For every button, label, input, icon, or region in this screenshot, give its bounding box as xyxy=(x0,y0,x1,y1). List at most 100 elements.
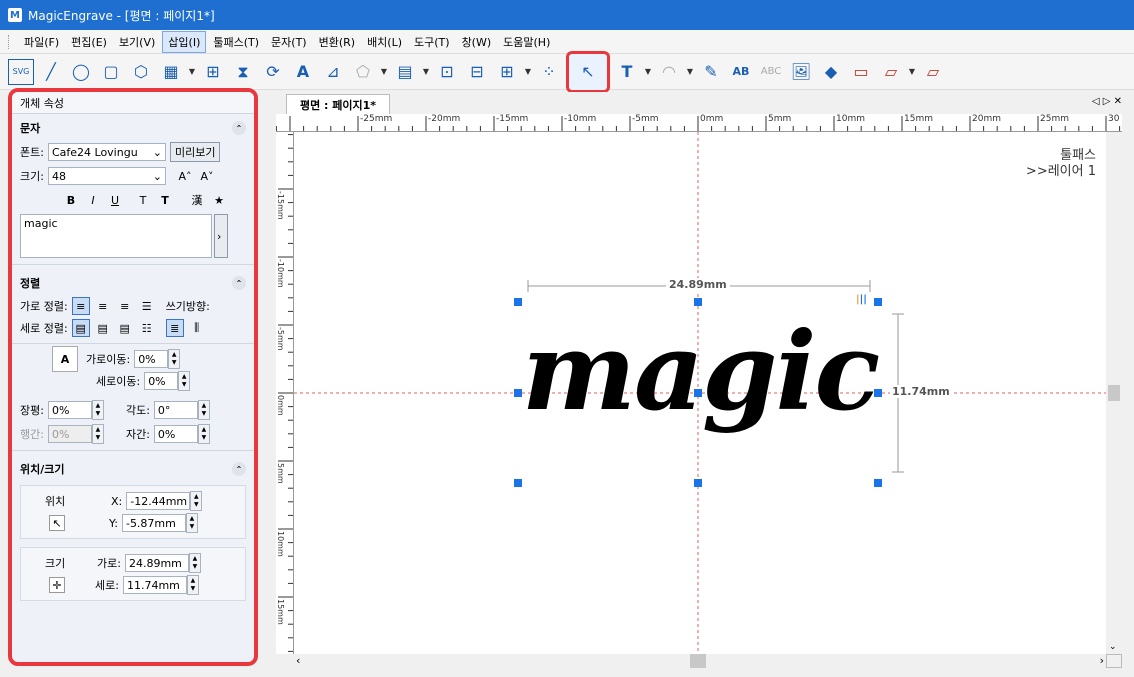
design-canvas[interactable]: 툴패스 >>레이어 1 24.89mm 11.74mm magic ||| xyxy=(294,132,1106,654)
frame2-icon[interactable]: ▱ xyxy=(920,59,946,85)
eraser-icon[interactable]: ◆ xyxy=(818,59,844,85)
align-stretch-icon[interactable]: ☷ xyxy=(138,319,156,337)
x-input[interactable]: -12.44mm xyxy=(126,492,191,510)
polygon-tool-icon[interactable]: ⬡ xyxy=(128,59,154,85)
tab-page1[interactable]: 평면 : 페이지1* xyxy=(286,94,390,114)
insert-image-icon[interactable]: 🖼 xyxy=(788,59,814,85)
edit-path-icon[interactable]: ✎ xyxy=(698,59,724,85)
resize-handle-ml[interactable] xyxy=(514,389,522,397)
align-justify-icon[interactable]: ☰ xyxy=(138,297,156,315)
v-move-input[interactable]: 0% xyxy=(144,372,179,390)
text-section-header[interactable]: 문자 ⌃ xyxy=(12,114,254,140)
scroll-right-icon[interactable]: › xyxy=(1100,654,1104,667)
rectangle-tool-icon[interactable]: ▢ xyxy=(98,59,124,85)
resize-handle-bl[interactable] xyxy=(514,479,522,487)
resize-handle-br[interactable] xyxy=(874,479,882,487)
align-section-header[interactable]: 정렬 ⌃ xyxy=(12,269,254,295)
align-bottom-icon[interactable]: ▤ xyxy=(116,319,134,337)
menu-help[interactable]: 도움말(H) xyxy=(498,32,555,52)
collapse-icon[interactable]: ⌃ xyxy=(232,121,246,135)
text-to-path-icon[interactable]: AB xyxy=(728,59,754,85)
outline-text-icon[interactable]: ABC xyxy=(758,59,784,85)
menu-file[interactable]: 파일(F) xyxy=(19,32,64,52)
scroll-down-icon[interactable]: ⌄ xyxy=(1109,642,1117,652)
bold-button[interactable]: B xyxy=(62,191,80,209)
font-select[interactable]: Cafe24 Lovingu ⌄ xyxy=(47,143,166,161)
menu-text[interactable]: 문자(T) xyxy=(266,32,312,52)
vertical-ruler[interactable]: -15mm-10mm-5mm0mm5mm10mm15mm20mm xyxy=(276,132,294,654)
size-anchor-icon[interactable]: ✛ xyxy=(49,577,65,593)
text-dropdown-icon[interactable]: ▼ xyxy=(644,59,652,85)
table-tool-icon[interactable]: ⊞ xyxy=(200,59,226,85)
menu-tools[interactable]: 도구(T) xyxy=(409,32,455,52)
menu-window[interactable]: 창(W) xyxy=(457,32,497,52)
vertical-writing-icon[interactable]: ⫼ xyxy=(188,319,206,337)
menu-arrange[interactable]: 배치(L) xyxy=(362,32,407,52)
scroll-left-icon[interactable]: ‹ xyxy=(296,654,300,667)
horizontal-ruler[interactable]: -25mm -20mm -15mm -10mm -5mm 0mm 5mm 10mm 15mm 20… xyxy=(276,114,1122,132)
h-input[interactable]: 11.74mm xyxy=(122,576,187,594)
hscroll-thumb[interactable] xyxy=(690,654,706,668)
resize-handle-tr[interactable] xyxy=(874,298,882,306)
y-spinner[interactable]: ▲ ▼ xyxy=(185,513,198,533)
resize-handle-center[interactable] xyxy=(694,389,702,397)
qr-dropdown-icon[interactable]: ▼ xyxy=(188,59,196,85)
resize-handle-tc[interactable] xyxy=(694,298,702,306)
vertical-scrollbar[interactable]: ⌄ xyxy=(1106,132,1122,654)
resize-handle-tl[interactable] xyxy=(514,298,522,306)
frame-icon[interactable]: ▱ xyxy=(878,59,904,85)
position-anchor-icon[interactable]: ↖ xyxy=(49,515,65,531)
italic-button[interactable]: I xyxy=(84,191,102,209)
insert-svg-icon[interactable]: SVG xyxy=(8,58,34,85)
text-content-input[interactable]: magic xyxy=(20,214,212,258)
grid-dropdown-icon[interactable]: ▼ xyxy=(422,59,430,85)
strikethrough-button[interactable]: T xyxy=(134,191,152,209)
size-select[interactable]: 48 ⌄ xyxy=(47,167,166,185)
h-spinner[interactable]: ▲ ▼ xyxy=(186,575,199,595)
menu-toolpath[interactable]: 툴패스(T) xyxy=(208,32,264,52)
menu-view[interactable]: 보기(V) xyxy=(114,32,160,52)
w-spinner[interactable]: ▲ ▼ xyxy=(188,553,201,573)
resize-handle-mr[interactable] xyxy=(874,389,882,397)
align-top-icon[interactable]: ▤ xyxy=(71,319,90,337)
hanja-button[interactable]: 漢 xyxy=(188,191,206,209)
align-right-icon[interactable]: ≡ xyxy=(116,297,134,315)
shape-tool-icon[interactable]: ⬠ xyxy=(350,59,376,85)
h-move-spinner[interactable]: ▲ ▼ xyxy=(168,349,181,369)
line-tool-icon[interactable]: ╱ xyxy=(38,59,64,85)
align-middle-v-icon[interactable]: ▤ xyxy=(94,319,112,337)
font-decrease-icon[interactable]: A˅ xyxy=(198,167,216,185)
vscroll-thumb[interactable] xyxy=(1108,385,1120,401)
underline-button[interactable]: U xyxy=(106,191,124,209)
grid-tool-icon[interactable]: ▤ xyxy=(392,59,418,85)
v-move-spinner[interactable]: ▲ ▼ xyxy=(178,371,191,391)
text-tool-icon[interactable]: A xyxy=(290,59,316,85)
font-increase-icon[interactable]: A˄ xyxy=(176,167,194,185)
menu-insert[interactable]: 삽입(I) xyxy=(162,30,207,53)
group-icon[interactable]: ⁘ xyxy=(536,59,562,85)
arc-dropdown-icon[interactable]: ▼ xyxy=(686,59,694,85)
preview-button[interactable]: 미리보기 xyxy=(169,142,221,162)
char-spacing-input[interactable]: 0% xyxy=(153,425,198,443)
bold-t-button[interactable]: T xyxy=(156,191,174,209)
collapse-icon[interactable]: ⌃ xyxy=(232,462,246,476)
angle-input[interactable]: 0° xyxy=(153,401,198,419)
distribute-icon[interactable]: ⊞ xyxy=(494,59,520,85)
text-object-magic[interactable]: magic xyxy=(520,282,881,462)
w-input[interactable]: 24.89mm xyxy=(124,554,189,572)
angle-spinner[interactable]: ▲ ▼ xyxy=(197,400,210,420)
horizontal-writing-icon[interactable]: ≣ xyxy=(165,319,184,337)
resize-handle-bc[interactable] xyxy=(694,479,702,487)
align-left-icon[interactable]: ≡ xyxy=(71,297,90,315)
qr-code-icon[interactable]: ▦ xyxy=(158,59,184,85)
frame-dropdown-icon[interactable]: ▼ xyxy=(908,59,916,85)
distribute-dropdown-icon[interactable]: ▼ xyxy=(524,59,532,85)
char-spacing-spinner[interactable]: ▲ ▼ xyxy=(197,424,210,444)
rotate-tool-icon[interactable]: ⟳ xyxy=(260,59,286,85)
h-move-input[interactable]: 0% xyxy=(134,350,169,368)
symbol-button[interactable]: ★ xyxy=(210,191,228,209)
arc-text-icon[interactable]: ◠ xyxy=(656,59,682,85)
shape-dropdown-icon[interactable]: ▼ xyxy=(380,59,388,85)
align-center-icon[interactable]: ⊡ xyxy=(434,59,460,85)
collapse-icon[interactable]: ⌃ xyxy=(232,276,246,290)
